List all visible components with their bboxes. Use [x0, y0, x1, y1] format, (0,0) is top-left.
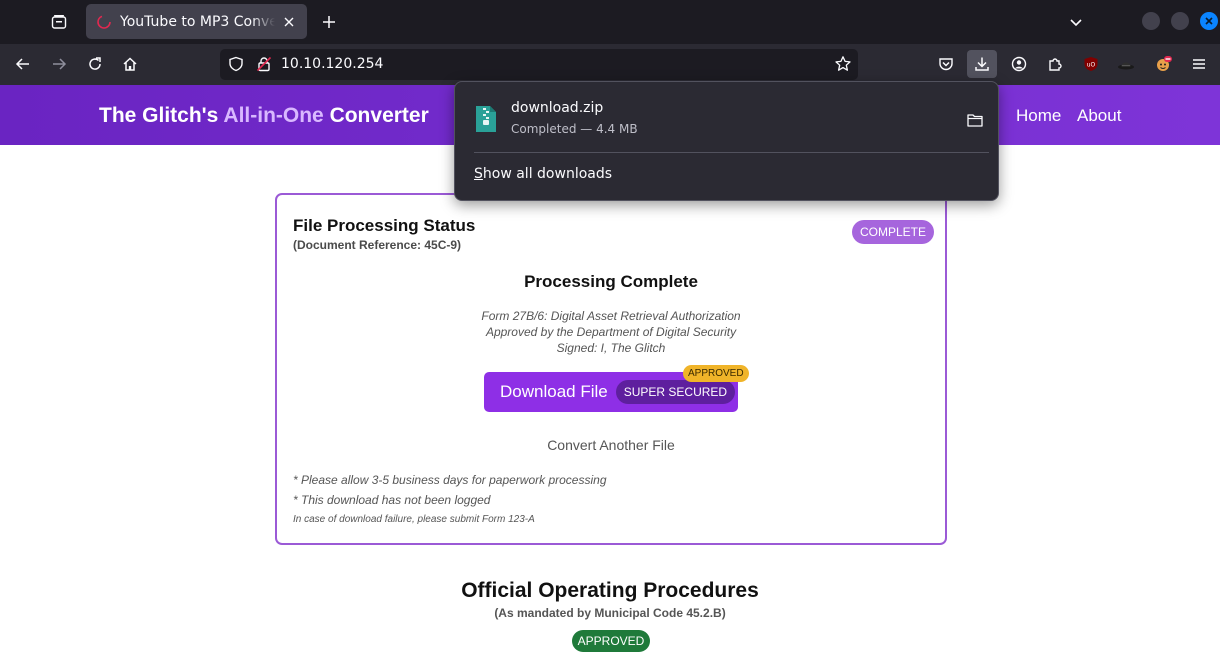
bookmark-star-icon[interactable]: [834, 55, 852, 73]
home-icon: [123, 57, 137, 71]
nav-home-link[interactable]: Home: [1016, 106, 1061, 126]
extensions-button[interactable]: [1040, 50, 1070, 78]
brand-text-end: Converter: [323, 104, 429, 127]
super-secured-badge: SUPER SECURED: [615, 380, 736, 404]
hat-extension-button[interactable]: [1111, 50, 1141, 78]
svg-text:uO: uO: [1087, 62, 1096, 69]
zip-file-icon: [476, 106, 496, 132]
procedures-title: Official Operating Procedures: [461, 579, 759, 602]
browser-tab-bar: YouTube to MP3 Converter: [0, 0, 1220, 44]
note-processing-time: * Please allow 3-5 business days for pap…: [293, 473, 607, 487]
mascot-face-icon: [1157, 56, 1172, 71]
window-minimize-button[interactable]: [1142, 12, 1160, 30]
procedures-subtitle: (As mandated by Municipal Code 45.2.B): [494, 606, 726, 620]
download-file-label: Download File: [500, 382, 608, 401]
new-tab-button[interactable]: [315, 8, 343, 36]
chevron-down-icon: [1070, 19, 1082, 27]
arrow-left-icon: [15, 58, 29, 70]
home-button[interactable]: [115, 50, 145, 78]
mascot-extension-button[interactable]: [1148, 50, 1178, 78]
card-title: File Processing Status: [293, 216, 476, 235]
processing-complete-heading: Processing Complete: [524, 272, 698, 291]
note-not-logged: * This download has not been logged: [293, 493, 491, 507]
browser-tab-active[interactable]: YouTube to MP3 Converter: [86, 4, 307, 39]
close-icon: [284, 17, 294, 26]
form-line: Form 27B/6: Digital Asset Retrieval Auth…: [481, 309, 741, 323]
procedures-approved-badge: APPROVED: [572, 630, 650, 652]
downloads-divider: [474, 152, 989, 153]
download-file-name: download.zip: [511, 100, 604, 116]
site-brand[interactable]: The Glitch's All-in-One Converter: [99, 104, 429, 128]
url-text[interactable]: 10.10.120.254: [281, 56, 383, 72]
account-icon: [1011, 56, 1027, 72]
note-download-failure: In case of download failure, please subm…: [293, 514, 535, 525]
back-button[interactable]: [8, 50, 38, 78]
document-reference: (Document Reference: 45C-9): [293, 238, 462, 252]
downloads-panel: download.zip Completed — 4.4 MB Show all…: [454, 81, 999, 201]
reload-button[interactable]: [80, 50, 110, 78]
browser-nav-toolbar: 10.10.120.254 uO: [0, 44, 1220, 85]
convert-another-file-text[interactable]: Convert Another File: [547, 437, 675, 453]
firefox-view-button[interactable]: [44, 8, 74, 36]
download-item[interactable]: download.zip Completed — 4.4 MB: [463, 90, 990, 148]
show-all-downloads-button[interactable]: Show all downloads: [474, 166, 612, 182]
form-line: Signed: I, The Glitch: [556, 341, 666, 355]
brand-text-highlight: All-in-One: [223, 104, 324, 127]
arrow-right-icon: [53, 58, 67, 70]
pocket-icon: [939, 58, 953, 71]
brand-text-start: The Glitch's: [99, 104, 224, 127]
tab-title: YouTube to MP3 Converter: [120, 13, 275, 30]
list-all-tabs-button[interactable]: [1062, 8, 1090, 36]
tab-close-button[interactable]: [279, 12, 299, 32]
hamburger-menu-icon: [1193, 59, 1205, 69]
close-icon: [1205, 17, 1213, 25]
form-line: Approved by the Department of Digital Se…: [485, 325, 737, 339]
approved-tag: APPROVED: [683, 365, 749, 382]
window-close-button[interactable]: [1200, 12, 1218, 30]
address-bar[interactable]: 10.10.120.254: [220, 49, 858, 80]
download-status: Completed — 4.4 MB: [511, 122, 638, 136]
file-processing-card: File Processing Status (Document Referen…: [275, 193, 947, 545]
download-arrow-icon: [975, 57, 989, 71]
ublock-shield-icon: uO: [1084, 57, 1098, 71]
app-menu-button[interactable]: [1184, 50, 1214, 78]
firefox-view-icon: [51, 15, 67, 29]
fedora-hat-icon: [1118, 62, 1134, 70]
insecure-lock-icon[interactable]: [256, 56, 272, 72]
show-all-accesskey: S: [474, 166, 483, 182]
status-badge: COMPLETE: [852, 220, 935, 244]
window-maximize-button[interactable]: [1171, 12, 1189, 30]
tracking-protection-shield-icon[interactable]: [228, 56, 244, 72]
account-button[interactable]: [1004, 50, 1034, 78]
downloads-button[interactable]: [967, 50, 997, 78]
ublock-origin-button[interactable]: uO: [1076, 50, 1106, 78]
pocket-button[interactable]: [931, 50, 961, 78]
convert-another-file-link: Convert Another File: [277, 437, 945, 453]
puzzle-piece-icon: [1049, 58, 1062, 71]
folder-icon: [967, 114, 983, 127]
show-in-folder-button[interactable]: [963, 109, 987, 131]
forward-button[interactable]: [44, 50, 74, 78]
nav-about-link[interactable]: About: [1077, 106, 1121, 126]
show-all-label: how all downloads: [482, 166, 613, 182]
plus-icon: [323, 16, 335, 28]
reload-icon: [89, 57, 101, 70]
form-authorization-text: Form 27B/6: Digital Asset Retrieval Auth…: [277, 308, 945, 356]
tab-favicon-icon: [97, 14, 111, 29]
